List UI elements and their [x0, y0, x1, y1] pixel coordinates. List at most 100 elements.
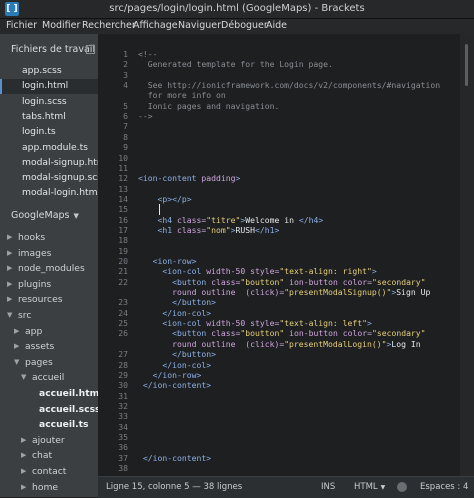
menu-fichier[interactable]: Fichier [6, 20, 37, 31]
line-number: 7 [123, 121, 128, 132]
line-number: 9 [123, 142, 128, 153]
working-file-item[interactable]: app.scss [0, 64, 98, 79]
code-token: "boutton" [240, 276, 285, 287]
caret-right-icon: ▶ [21, 467, 27, 475]
line-number: 25 [118, 318, 128, 329]
code-text: </ion-row> [138, 369, 202, 380]
working-file-label: modal-signup.scss [22, 172, 98, 184]
tree-folder[interactable]: ▼ accueil [0, 371, 98, 387]
code-token: </h1> [255, 224, 280, 235]
working-file-item[interactable]: login.scss [0, 95, 98, 110]
working-file-item[interactable]: login.html [0, 79, 98, 95]
line-number: 16 [118, 214, 128, 225]
tree-folder[interactable]: ▶ contact [0, 465, 98, 481]
code-token: <ion-col [162, 266, 202, 277]
line-number: 29 [118, 369, 128, 380]
menu-aide[interactable]: Aide [266, 20, 287, 31]
tree-folder[interactable]: ▶ images [0, 247, 98, 263]
code-text: <button class="boutton" ion-button color… [138, 276, 425, 287]
split-view-icon[interactable] [86, 45, 95, 54]
menu-rechercher[interactable]: Rechercher [82, 20, 136, 31]
tree-folder[interactable]: ▶ ajouter [0, 434, 98, 450]
line-number: 20 [118, 256, 128, 266]
tree-folder[interactable]: ▶ node_modules [0, 262, 98, 278]
code-token: "nom" [206, 224, 231, 235]
code-text: <ion-col width-50 style="text-align: rig… [138, 266, 376, 277]
project-dropdown[interactable]: GoogleMaps ▼ [11, 210, 79, 221]
line-number: 18 [118, 235, 128, 246]
scrollbar-thumb[interactable] [465, 44, 468, 86]
working-file-item[interactable]: modal-signup.scss [0, 171, 98, 186]
tree-folder[interactable]: ▼ src [0, 309, 98, 325]
tree-folder[interactable]: ▶ hooks [0, 231, 98, 247]
code-text: <p></p> [138, 194, 192, 204]
tree-label: src [18, 310, 32, 321]
chevron-down-icon: ▼ [73, 212, 79, 220]
vertical-scrollbar[interactable] [460, 34, 474, 476]
tree-folder[interactable]: ▶ plugins [0, 278, 98, 294]
title-bar: [ ] src/pages/login/login.html (GoogleMa… [0, 0, 474, 19]
code-token: <button [172, 276, 207, 287]
code-token: Generated template for the Login page. [138, 59, 333, 70]
indent-spaces[interactable]: Espaces : 4 [420, 482, 468, 492]
code-token: <button [172, 328, 207, 339]
menu-naviguer[interactable]: Naviguer [178, 20, 221, 31]
tree-label: accueil [32, 372, 65, 384]
code-token: ion-button color= [284, 328, 372, 339]
sidebar: Fichiers de travail app.scss login.html lo… [0, 34, 98, 497]
tree-file[interactable]: accueil.scss [0, 403, 98, 419]
line-number: 6 [123, 111, 128, 122]
tree-folder[interactable]: ▶ assets [0, 340, 98, 356]
line-number: 32 [118, 400, 128, 411]
code-token: width-50 style= [201, 318, 280, 329]
lint-status-icon[interactable] [397, 482, 407, 492]
code-token: <p></p> [157, 193, 192, 204]
line-number: 21 [118, 266, 128, 277]
caret-right-icon: ▶ [21, 451, 27, 460]
working-file-item[interactable]: login.ts [0, 125, 98, 140]
menu-deboguer[interactable]: Déboguer [221, 20, 268, 31]
code-text: <ion-col width-50 style="text-align: lef… [138, 318, 372, 328]
code-token: Sign Up [396, 287, 431, 298]
code-token: "presentModalLogin()" [284, 338, 387, 349]
language-select[interactable]: HTML ▼ [354, 482, 385, 492]
menu-modifier[interactable]: Modifier [42, 20, 80, 31]
line-number: 27 [118, 349, 128, 360]
tree-folder[interactable]: ▶ app [0, 325, 98, 341]
tree-folder[interactable]: ▶ chat [0, 449, 98, 465]
working-file-label: modal-login.html [22, 187, 98, 199]
code-token: </ion-row> [152, 369, 202, 380]
caret-right-icon: ▶ [7, 264, 13, 273]
menu-affichage[interactable]: Affichage [133, 20, 178, 31]
code-token: <h1 [157, 224, 173, 235]
line-number: 34 [118, 421, 128, 432]
tree-label: images [18, 247, 52, 259]
tree-folder[interactable]: ▶ resources [0, 293, 98, 309]
code-token: Log In [391, 338, 421, 349]
working-file-item[interactable]: modal-signup.htm [0, 156, 98, 171]
code-token: --> [138, 111, 153, 122]
code-token: width-50 style= [201, 266, 280, 277]
line-number: 15 [118, 204, 128, 215]
code-editor[interactable]: 1 <!-- 2 Generated template for the Login … [98, 34, 460, 476]
tree-file[interactable]: accueil.html [0, 387, 98, 403]
tree-label: accueil.ts [39, 419, 89, 431]
chevron-down-icon: ▼ [380, 484, 386, 491]
caret-right-icon: ▶ [7, 295, 13, 304]
working-file-item[interactable]: tabs.html [0, 110, 98, 125]
working-file-item[interactable]: modal-login.html [0, 186, 98, 201]
code-text: </ion-content> [138, 380, 211, 390]
tree-label: plugins [18, 278, 52, 290]
code-token: See http://ionicframework.com/docs/v2/co… [138, 80, 441, 91]
code-token: ion-button color= [284, 276, 372, 287]
tree-file[interactable]: accueil.ts [0, 418, 98, 434]
insert-mode-toggle[interactable]: INS [321, 482, 335, 492]
tree-folder[interactable]: ▼ pages [0, 356, 98, 372]
working-file-item[interactable]: app.module.ts [0, 141, 98, 156]
tree-folder[interactable]: ▶ home [0, 481, 98, 497]
line-number: 3 [123, 69, 128, 80]
